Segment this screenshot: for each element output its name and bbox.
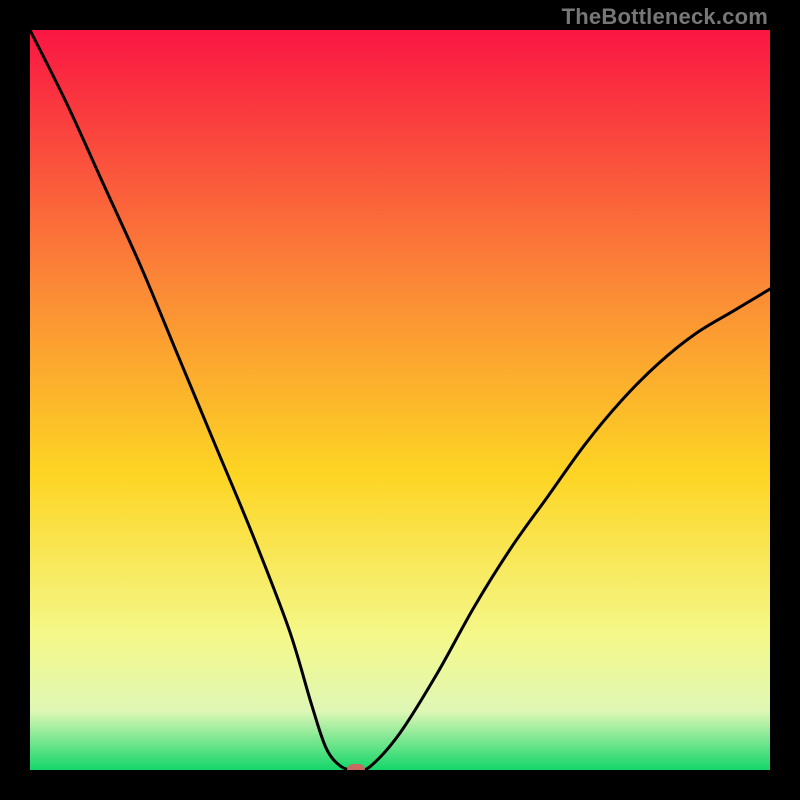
watermark-text: TheBottleneck.com <box>562 4 768 30</box>
optimum-marker <box>347 764 365 770</box>
bottleneck-curve <box>30 30 770 770</box>
plot-area <box>30 30 770 770</box>
chart-frame: TheBottleneck.com <box>0 0 800 800</box>
